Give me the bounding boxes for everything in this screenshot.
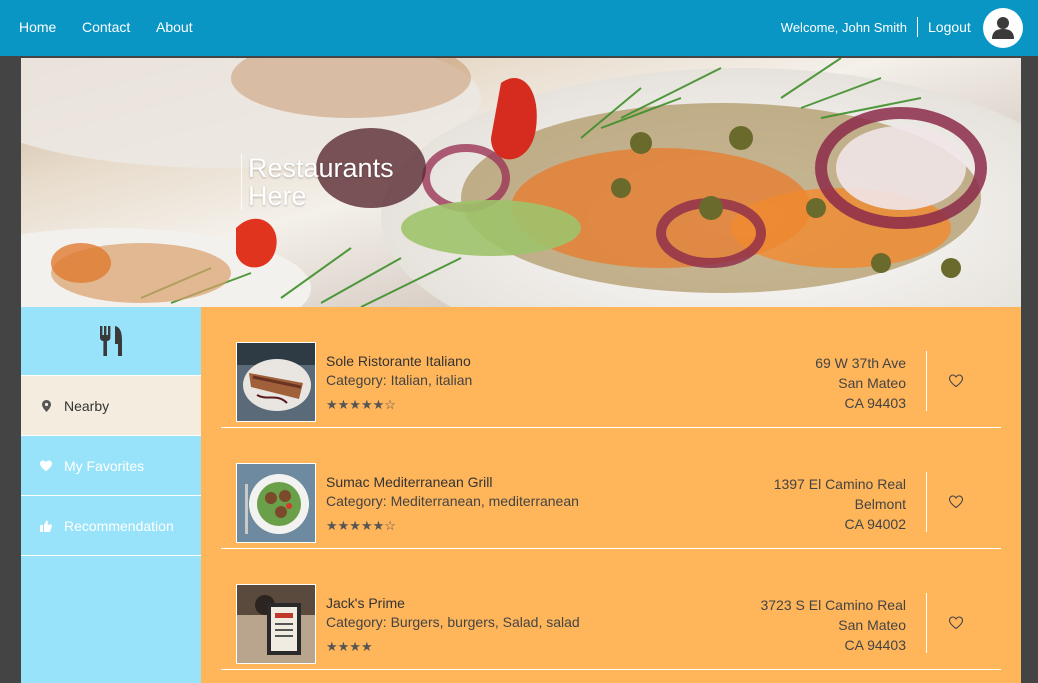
hero-banner: Restaurants Here (21, 58, 1021, 307)
address-line-1: 3723 S El Camino Real (760, 597, 906, 613)
restaurant-address: 3723 S El Camino Real San Mateo CA 94403 (760, 595, 906, 655)
thumbs-up-icon (40, 520, 52, 532)
address-line-2: San Mateo (838, 617, 906, 633)
navbar-divider (917, 17, 918, 37)
restaurant-thumbnail[interactable] (236, 463, 316, 543)
fork-knife-icon (100, 326, 122, 356)
restaurant-address: 69 W 37th Ave San Mateo CA 94403 (815, 353, 906, 413)
restaurant-name[interactable]: Sumac Mediterranean Grill (326, 474, 493, 490)
favorite-heart-icon[interactable] (948, 615, 964, 631)
address-line-2: San Mateo (838, 375, 906, 391)
sidebar-item-my-favorites[interactable]: My Favorites (21, 436, 201, 496)
nav-home-link[interactable]: Home (19, 19, 56, 35)
restaurant-name[interactable]: Jack's Prime (326, 595, 405, 611)
hero-title: Restaurants Here (241, 154, 394, 210)
rating-stars: ★★★★★☆ (326, 518, 396, 533)
heart-icon (40, 459, 52, 472)
restaurant-list: Sole Ristorante Italiano Category: Itali… (201, 307, 1021, 683)
favorite-heart-icon[interactable] (948, 494, 964, 510)
restaurant-address: 1397 El Camino Real Belmont CA 94002 (774, 474, 906, 534)
list-item[interactable]: Sole Ristorante Italiano Category: Itali… (221, 307, 1001, 428)
sidebar-header (21, 307, 201, 376)
list-item[interactable]: Jack's Prime Category: Burgers, burgers,… (221, 549, 1001, 670)
list-item[interactable]: Sumac Mediterranean Grill Category: Medi… (221, 428, 1001, 549)
address-line-2: Belmont (854, 496, 906, 512)
sidebar-item-label: Nearby (64, 397, 110, 414)
restaurant-category: Category: Italian, italian (326, 372, 473, 388)
nav-contact-link[interactable]: Contact (82, 19, 130, 35)
welcome-text: Welcome, John Smith (780, 20, 907, 35)
sidebar-item-recommendation[interactable]: Recommendation (21, 496, 201, 556)
hero-title-line-2: Here (248, 181, 307, 211)
address-line-1: 69 W 37th Ave (815, 355, 906, 371)
address-line-3: CA 94002 (844, 516, 907, 532)
restaurant-name[interactable]: Sole Ristorante Italiano (326, 353, 471, 369)
address-line-3: CA 94403 (844, 637, 907, 653)
food-salad-image (21, 58, 1021, 307)
nav-about-link[interactable]: About (156, 19, 193, 35)
user-icon (992, 17, 1014, 39)
sidebar-item-label: My Favorites (64, 457, 145, 474)
restaurant-category: Category: Mediterranean, mediterranean (326, 493, 579, 509)
hero-title-line-1: Restaurants (248, 153, 394, 183)
row-divider (926, 472, 927, 532)
sidebar: Nearby My Favorites Recommendation (21, 307, 201, 683)
restaurant-thumbnail[interactable] (236, 342, 316, 422)
rating-stars: ★★★★★☆ (326, 397, 396, 412)
row-divider (926, 593, 927, 653)
rating-stars: ★★★★ (326, 639, 373, 654)
row-divider (926, 351, 927, 411)
top-navbar: Home Contact About Welcome, John Smith L… (0, 0, 1038, 56)
restaurant-thumbnail[interactable] (236, 584, 316, 664)
user-avatar[interactable] (983, 8, 1023, 48)
map-pin-icon (40, 399, 52, 412)
address-line-1: 1397 El Camino Real (773, 476, 906, 492)
sidebar-item-nearby[interactable]: Nearby (21, 376, 201, 436)
logout-link[interactable]: Logout (928, 19, 971, 35)
address-line-3: CA 94403 (844, 395, 907, 411)
restaurant-category: Category: Burgers, burgers, Salad, salad (326, 614, 580, 630)
sidebar-item-label: Recommendation (64, 517, 174, 534)
favorite-heart-icon[interactable] (948, 373, 964, 389)
